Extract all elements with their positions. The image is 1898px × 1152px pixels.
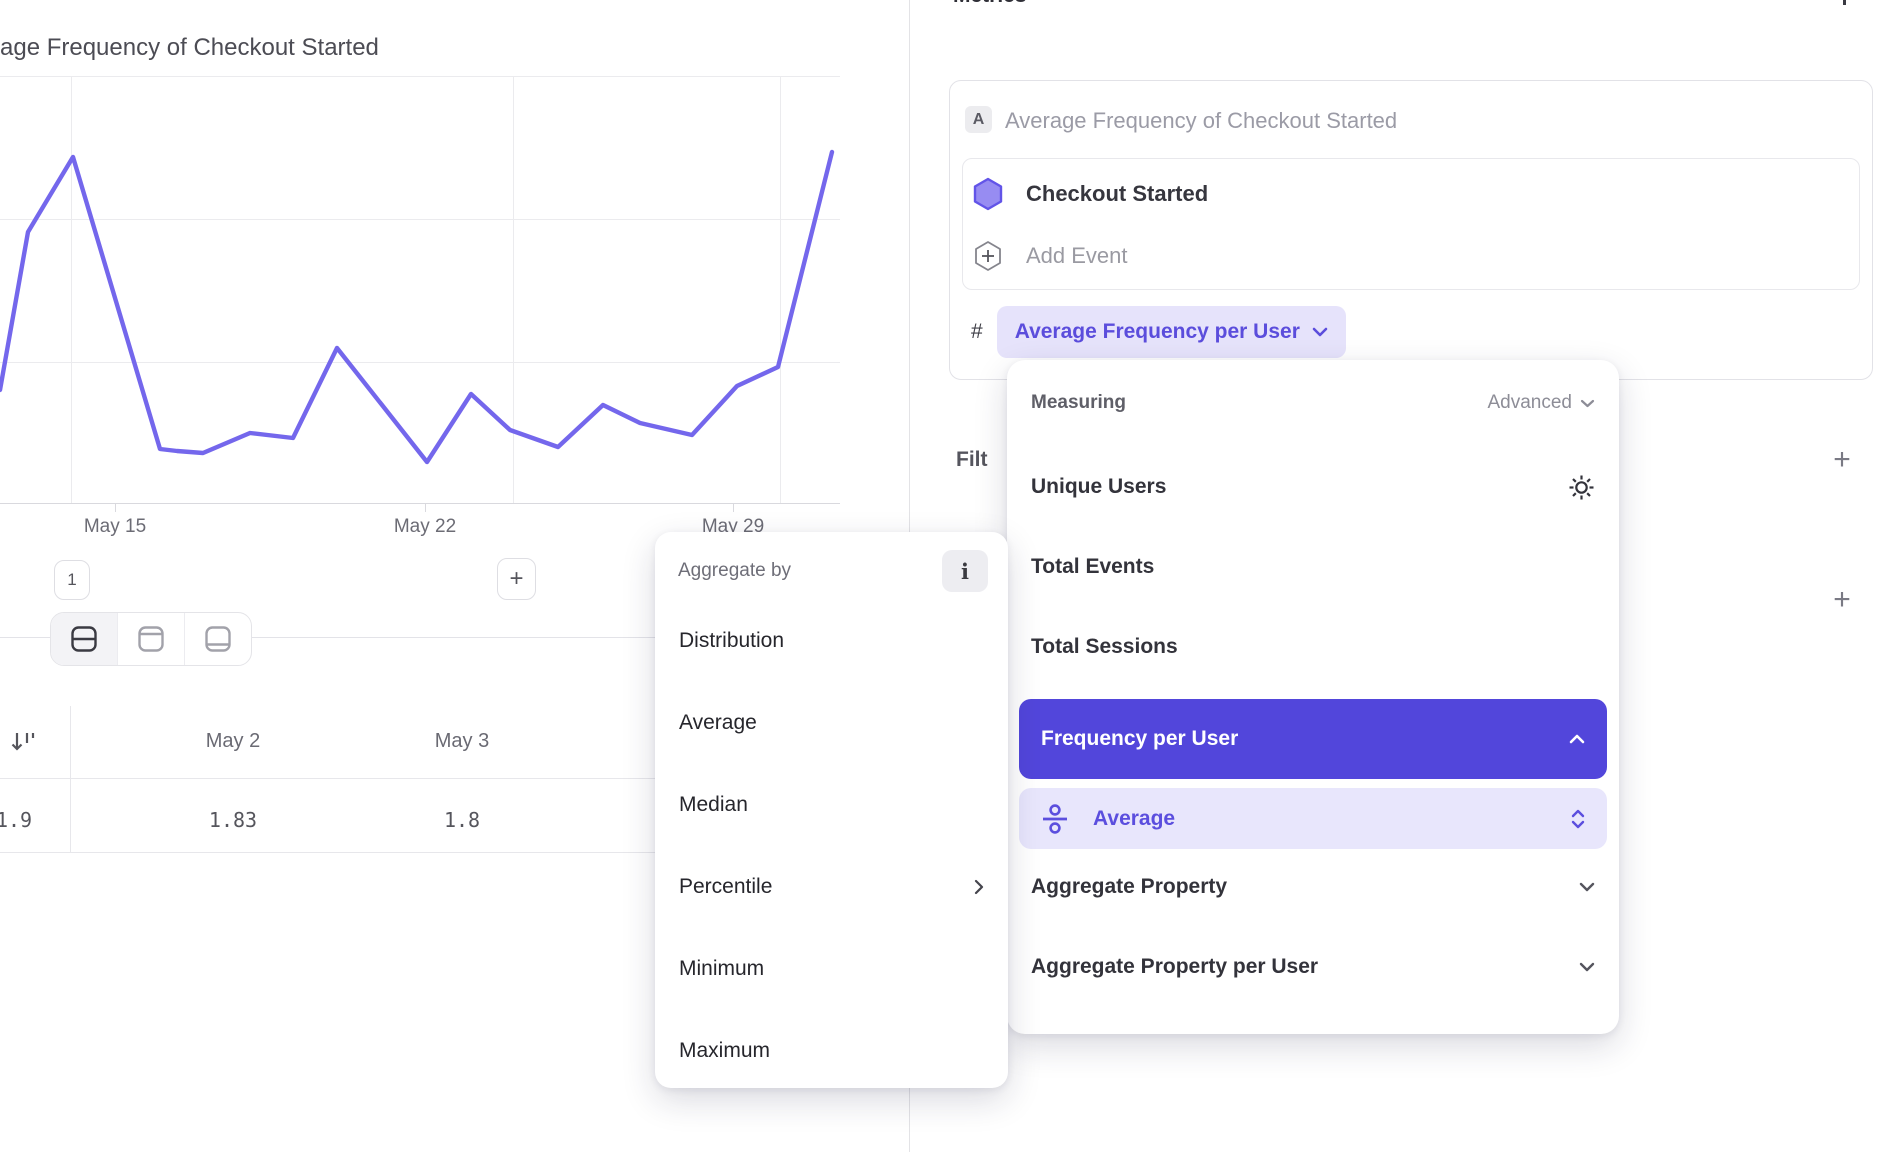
menu-item-percentile[interactable]: Percentile xyxy=(679,865,984,909)
menu-item-median[interactable]: Median xyxy=(679,783,984,827)
toggle-split-view[interactable] xyxy=(51,613,118,665)
menu-item-aggregate-property[interactable]: Aggregate Property xyxy=(1031,866,1595,908)
frequency-line xyxy=(0,152,832,462)
menu-item-minimum[interactable]: Minimum xyxy=(679,947,984,991)
table-header-may3[interactable]: May 3 xyxy=(435,730,489,753)
number-type-icon: # xyxy=(971,320,983,344)
table-bottom-view-icon xyxy=(203,624,233,654)
menu-item-unique-users[interactable]: Unique Users xyxy=(1031,466,1595,508)
legend-series-label: 1 xyxy=(67,570,76,590)
table-header-may2[interactable]: May 2 xyxy=(206,730,260,753)
event-row[interactable]: Checkout Started xyxy=(972,167,1208,221)
metric-badge: A xyxy=(965,106,992,133)
add-event-row[interactable]: Add Event xyxy=(972,229,1128,283)
v-gridline xyxy=(513,76,514,503)
event-card: Checkout Started Add Event xyxy=(962,158,1860,290)
aggregate-popup-header: Aggregate by i xyxy=(678,550,988,592)
measurement-label: Average Frequency per User xyxy=(1015,320,1300,344)
v-gridline xyxy=(71,76,72,503)
info-icon[interactable]: i xyxy=(942,550,988,592)
advanced-toggle[interactable]: Advanced xyxy=(1487,392,1595,414)
select-arrows-icon xyxy=(1571,809,1585,829)
table-cell: 1.9 xyxy=(0,808,32,832)
x-axis-tick xyxy=(733,504,734,512)
chevron-down-icon xyxy=(1580,399,1595,408)
x-axis-label: May 15 xyxy=(84,516,146,538)
menu-item-maximum[interactable]: Maximum xyxy=(679,1029,984,1073)
chevron-down-icon xyxy=(1579,882,1595,892)
measurement-dropdown[interactable]: Average Frequency per User xyxy=(997,306,1346,358)
chevron-down-icon xyxy=(1312,327,1328,337)
v-gridline xyxy=(780,76,781,503)
h-gridline xyxy=(0,219,840,220)
analytics-app: age Frequency of Checkout Started May 15… xyxy=(0,0,1898,1152)
split-view-icon xyxy=(69,624,99,654)
chart-top-view-icon xyxy=(136,624,166,654)
chevron-up-icon xyxy=(1569,734,1585,744)
add-filter-button[interactable]: + xyxy=(1828,446,1856,474)
average-division-icon xyxy=(1041,803,1069,835)
filters-section-title: Filt xyxy=(956,448,1008,474)
x-axis-line xyxy=(0,503,840,504)
toggle-table-only-view[interactable] xyxy=(185,613,251,665)
x-axis-label: May 22 xyxy=(394,516,456,538)
menu-subitem-average[interactable]: Average xyxy=(1019,788,1607,849)
chevron-down-icon xyxy=(1579,962,1595,972)
chart-line-svg xyxy=(0,0,909,560)
toggle-chart-only-view[interactable] xyxy=(118,613,185,665)
measuring-title: Measuring xyxy=(1031,392,1126,414)
aggregate-by-title: Aggregate by xyxy=(678,560,791,582)
add-breakdown-button[interactable]: + xyxy=(1828,586,1856,614)
legend-series-button[interactable]: 1 xyxy=(54,560,90,600)
event-name: Checkout Started xyxy=(1026,181,1208,207)
average-label: Average xyxy=(1093,807,1175,831)
gear-icon[interactable] xyxy=(1568,474,1595,501)
metrics-section-title: Metrics xyxy=(953,0,1093,9)
h-gridline xyxy=(0,76,840,77)
menu-item-total-events[interactable]: Total Events xyxy=(1031,546,1595,588)
metric-name-input[interactable]: Average Frequency of Checkout Started xyxy=(1005,108,1397,134)
view-toggle-group xyxy=(50,612,252,666)
add-event-hexagon-icon xyxy=(972,239,1004,273)
x-axis-tick xyxy=(115,504,116,512)
sort-icon[interactable] xyxy=(10,728,38,756)
x-axis-tick xyxy=(425,504,426,512)
measuring-popup-header: Measuring Advanced xyxy=(1031,392,1595,414)
menu-item-frequency-per-user-selected[interactable]: Frequency per User xyxy=(1019,699,1607,779)
menu-item-total-sessions[interactable]: Total Sessions xyxy=(1031,626,1595,668)
add-event-label: Add Event xyxy=(1026,243,1128,269)
h-gridline xyxy=(0,362,840,363)
table-cell: 1.8 xyxy=(444,808,480,832)
chart-title: age Frequency of Checkout Started xyxy=(0,34,379,62)
menu-item-average[interactable]: Average xyxy=(679,701,984,745)
table-column-divider xyxy=(70,706,71,852)
advanced-label: Advanced xyxy=(1487,392,1572,414)
menu-item-distribution[interactable]: Distribution xyxy=(679,619,984,663)
metric-card: A Average Frequency of Checkout Started … xyxy=(949,80,1873,380)
event-hexagon-icon xyxy=(972,177,1004,211)
plus-icon: + xyxy=(509,565,523,593)
chevron-right-icon xyxy=(974,879,984,895)
measurement-row: # Average Frequency per User xyxy=(971,306,1346,358)
add-annotation-button[interactable]: + xyxy=(497,558,536,600)
measuring-popup: Measuring Advanced Unique Users xyxy=(1007,360,1619,1034)
add-metric-icon[interactable] xyxy=(1843,0,1846,5)
aggregate-by-popup: Aggregate by i Distribution Average Medi… xyxy=(655,532,1008,1088)
selected-item-label: Frequency per User xyxy=(1041,727,1238,751)
menu-item-aggregate-property-per-user[interactable]: Aggregate Property per User xyxy=(1031,946,1595,988)
table-cell: 1.83 xyxy=(209,808,257,832)
